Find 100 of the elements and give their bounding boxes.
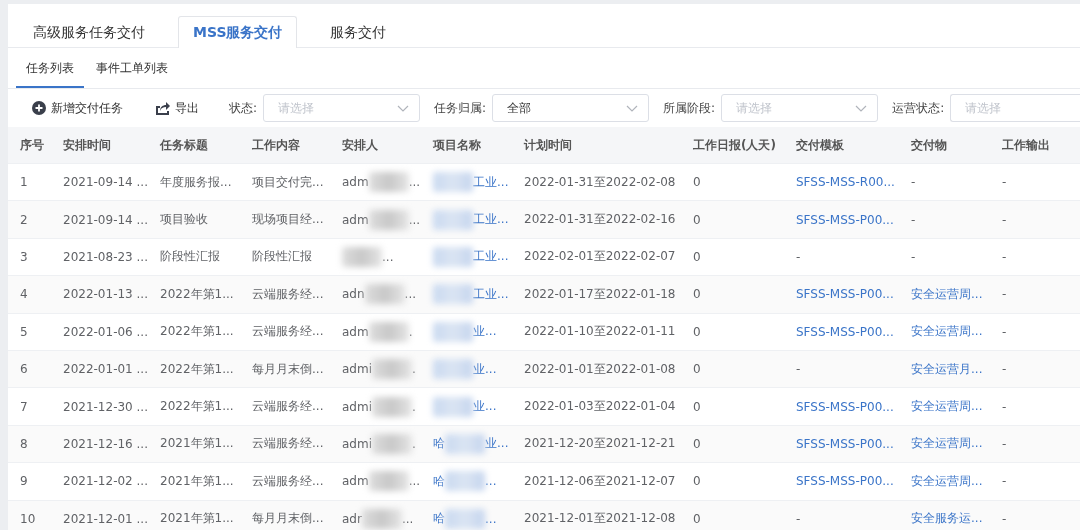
table-cell: 年度服务报... — [160, 173, 232, 191]
project-link[interactable]: 业... — [473, 398, 497, 416]
redaction-blur — [433, 284, 473, 305]
table-cell: 2022年第1... — [160, 285, 234, 303]
table-cell: - — [1002, 474, 1007, 489]
template-link[interactable]: SFSS-MSS-P00... — [796, 436, 894, 451]
redaction-blur — [445, 433, 485, 454]
redaction-blur — [445, 471, 485, 492]
deliverable-link[interactable]: 安全运营周... — [911, 285, 983, 303]
column-header: 计划时间 — [524, 136, 572, 154]
deliverable-link[interactable]: 安全服务运... — [911, 510, 983, 528]
tab[interactable]: 事件工单列表 — [86, 48, 178, 88]
table-cell: ... — [408, 474, 421, 489]
table-cell: 2022-01-03至2022-01-04 — [524, 398, 676, 416]
table-cell: 0 — [693, 287, 701, 302]
table-cell: - — [1002, 362, 1007, 377]
template-link[interactable]: SFSS-MSS-P00... — [796, 287, 894, 302]
deliverable-link[interactable]: 安全运营周... — [911, 398, 983, 416]
export-button[interactable]: 导出 — [155, 99, 199, 117]
column-header: 交付模板 — [796, 136, 844, 154]
template-link[interactable]: SFSS-MSS-R00... — [796, 175, 895, 190]
project-link[interactable]: 工业... — [473, 285, 509, 303]
filter-label: 任务归属: — [434, 99, 487, 117]
table-cell: - — [1002, 324, 1007, 339]
table-cell: 阶段性汇报 — [252, 248, 312, 266]
tab[interactable]: MSS服务交付 — [178, 16, 298, 48]
table-cell: - — [1002, 212, 1007, 227]
table-cell: adm — [342, 212, 369, 227]
table-cell: admi — [342, 436, 372, 451]
table-cell: - — [1002, 175, 1007, 190]
table-cell: adm — [342, 324, 369, 339]
table-cell: - — [911, 175, 916, 190]
table-cell: - — [911, 249, 916, 264]
table-cell: 2022年第1... — [160, 360, 234, 378]
deliverable-link[interactable]: 安全运营周... — [911, 323, 983, 341]
project-link[interactable]: ... — [485, 474, 497, 489]
table-cell: 云端服务经... — [252, 472, 324, 490]
column-header: 工作内容 — [252, 136, 300, 154]
table-cell: 0 — [693, 212, 701, 227]
deliverable-link[interactable]: 安全运营周... — [911, 472, 983, 490]
project-link[interactable]: 工业... — [473, 248, 509, 266]
tab[interactable]: 任务列表 — [16, 48, 84, 88]
select-field[interactable]: 全部 — [492, 94, 650, 122]
table-cell: 2022年第1... — [160, 398, 234, 416]
column-header: 安排时间 — [63, 136, 111, 154]
template-link[interactable]: SFSS-MSS-P00... — [796, 474, 894, 489]
redaction-blur — [342, 246, 382, 267]
table-cell: 10 — [20, 511, 36, 526]
table-cell: 9 — [20, 474, 28, 489]
table-cell: 2021-12-02 ... — [63, 474, 148, 489]
redaction-blur — [433, 172, 473, 193]
table-cell: 3 — [20, 249, 28, 264]
table-cell: 5 — [20, 324, 28, 339]
table-cell: admi — [342, 362, 372, 377]
tab[interactable]: 高级服务任务交付 — [18, 16, 160, 47]
table-cell: 2022-01-31至2022-02-08 — [524, 173, 676, 191]
table-cell: 0 — [693, 175, 701, 190]
chevron-down-icon — [626, 104, 639, 112]
project-link[interactable]: 工业... — [473, 211, 509, 229]
table-cell: 0 — [693, 399, 701, 414]
chevron-down-icon — [855, 104, 868, 112]
table-cell: 2022-01-01 ... — [63, 362, 148, 377]
table-cell: 每月月末倒... — [252, 510, 324, 528]
deliverable-link[interactable]: 安全运营周... — [911, 435, 983, 453]
project-link[interactable]: ... — [485, 511, 497, 526]
redaction-blur — [361, 508, 402, 529]
table-cell: 云端服务经... — [252, 285, 324, 303]
project-link[interactable]: 业... — [473, 360, 497, 378]
template-link[interactable]: SFSS-MSS-P00... — [796, 324, 894, 339]
table-cell: 2022-01-01至2022-01-08 — [524, 360, 676, 378]
chevron-down-icon — [397, 104, 410, 112]
table-cell: 2022-02-01至2022-02-07 — [524, 248, 676, 266]
table-cell: 2022-01-17至2022-01-18 — [524, 285, 676, 303]
project-link[interactable]: 业... — [473, 323, 497, 341]
table-cell: - — [796, 362, 801, 377]
table-cell: 2021年第1... — [160, 435, 234, 453]
template-link[interactable]: SFSS-MSS-P00... — [796, 399, 894, 414]
add-button[interactable]: 新增交付任务 — [32, 99, 123, 117]
table-cell: 2022年第1... — [160, 323, 234, 341]
redaction-blur — [433, 209, 473, 230]
table-cell: 8 — [20, 436, 28, 451]
project-link[interactable]: 业... — [485, 435, 509, 453]
redaction-blur — [372, 359, 412, 380]
template-link[interactable]: SFSS-MSS-P00... — [796, 212, 894, 227]
filter-label: 运营状态: — [892, 99, 945, 117]
table-cell: 0 — [693, 511, 701, 526]
table-cell: adn — [342, 287, 365, 302]
column-header: 序号 — [20, 136, 44, 154]
table-cell: . — [412, 362, 416, 377]
redaction-blur — [368, 209, 409, 230]
column-header: 交付物 — [911, 136, 947, 154]
tab[interactable]: 服务交付 — [315, 16, 402, 47]
table-cell: - — [1002, 287, 1007, 302]
table-cell: 现场项目经... — [252, 211, 324, 229]
deliverable-link[interactable]: 安全运营月... — [911, 360, 983, 378]
table-cell: 0 — [693, 436, 701, 451]
table-cell: - — [1002, 511, 1007, 526]
table-cell: adm — [342, 474, 369, 489]
project-link[interactable]: 工业... — [473, 173, 509, 191]
table-cell: 2021年第1... — [160, 472, 234, 490]
